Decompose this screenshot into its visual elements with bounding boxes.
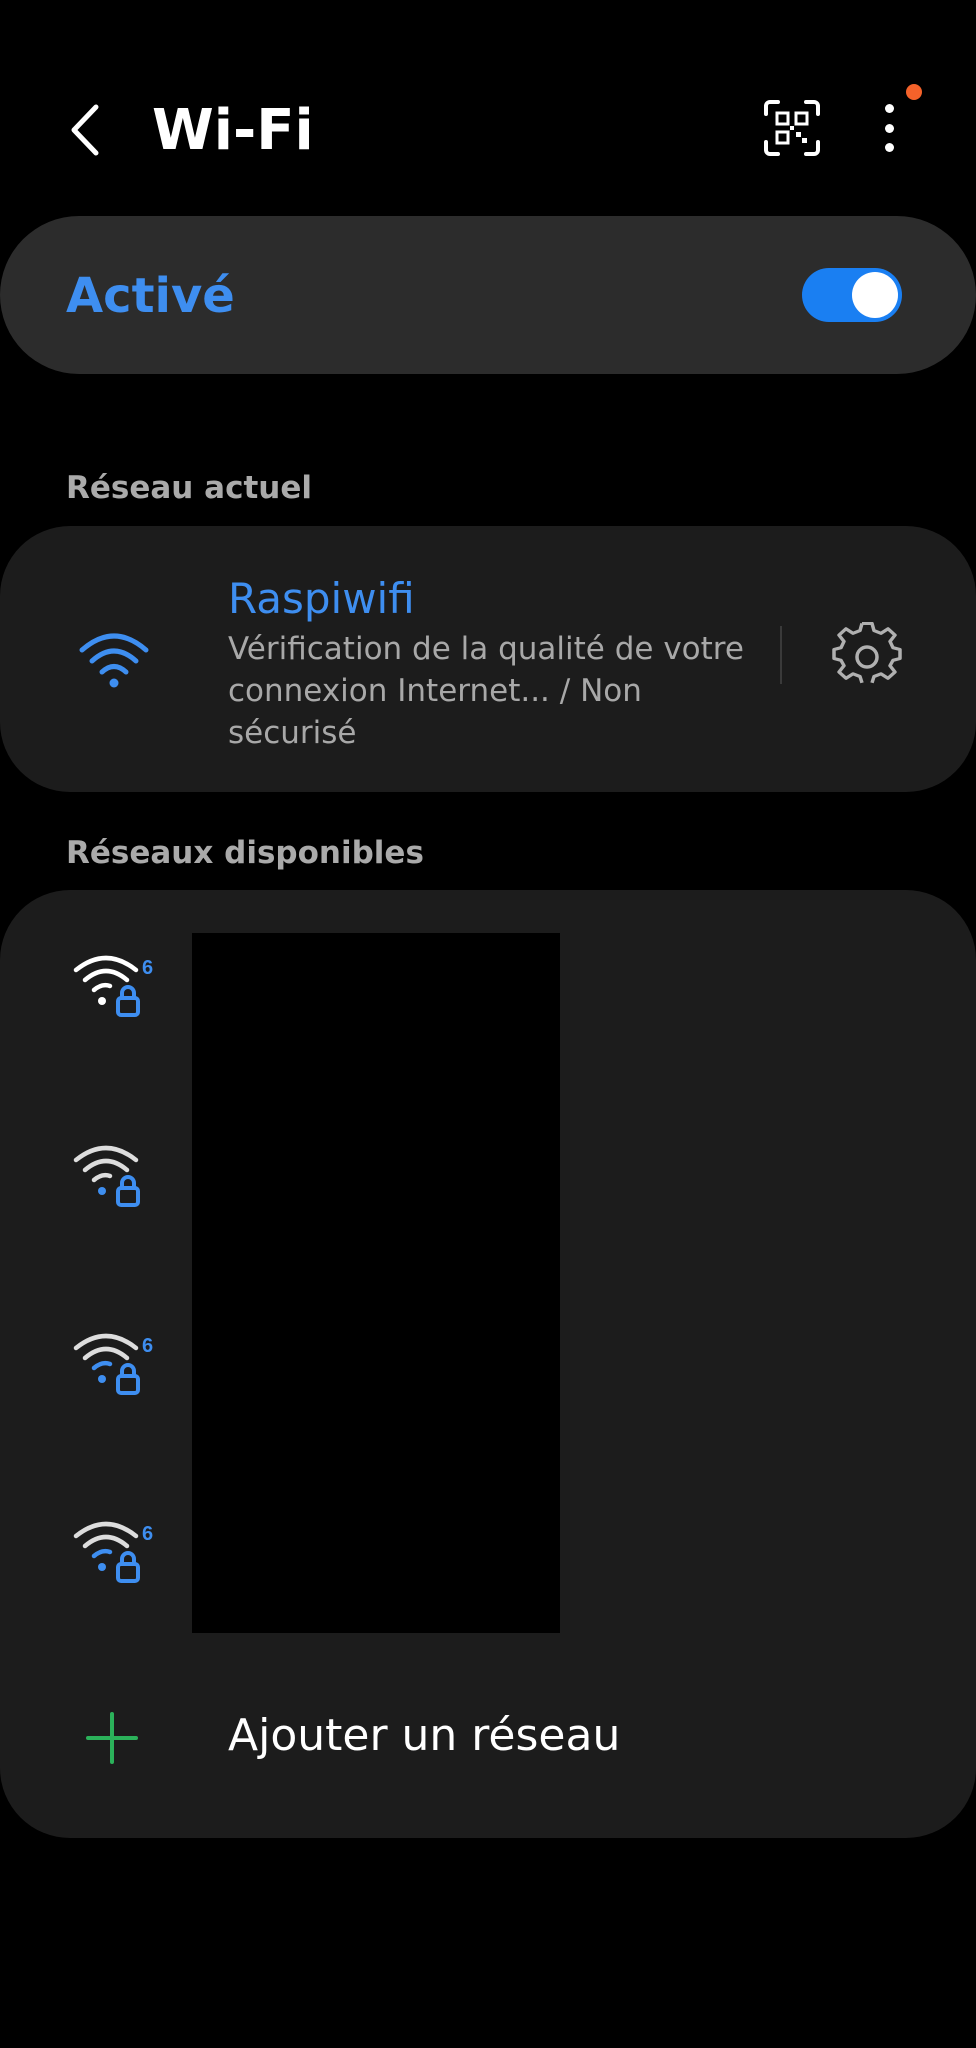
wifi-settings-screen: Wi-Fi Activé Réseau actuel Raspiwifi Vér… <box>0 0 976 2048</box>
wifi-switch[interactable] <box>802 268 902 322</box>
wifi-signal-icon <box>78 628 150 690</box>
svg-text:6: 6 <box>142 1523 153 1545</box>
add-network-row[interactable]: Ajouter un réseau <box>0 1680 976 1790</box>
gear-icon <box>832 621 902 684</box>
network-settings-button[interactable] <box>832 621 902 692</box>
more-dot <box>884 143 894 152</box>
svg-text:6: 6 <box>142 957 153 979</box>
back-button[interactable] <box>60 100 110 160</box>
notification-badge <box>906 84 922 100</box>
more-options-icon <box>884 104 894 113</box>
current-network-header: Réseau actuel <box>66 470 312 506</box>
wifi-6-locked-icon[interactable]: 6 <box>72 1328 156 1400</box>
qr-code-icon <box>764 100 820 156</box>
back-arrow-icon <box>71 104 99 156</box>
plus-icon <box>86 1712 138 1764</box>
svg-text:6: 6 <box>142 1335 153 1357</box>
wifi-6-locked-icon[interactable]: 6 <box>72 950 156 1022</box>
wifi-toggle-row[interactable]: Activé <box>0 216 976 374</box>
wifi-6-locked-icon[interactable]: 6 <box>72 1516 156 1588</box>
available-networks-header: Réseaux disponibles <box>66 835 424 871</box>
current-network-status: Vérification de la qualité de votre conn… <box>228 631 744 751</box>
more-options-button[interactable] <box>866 98 912 158</box>
available-networks-card: 6 6 6 Ajouter un réseau <box>0 890 976 1838</box>
divider <box>780 626 782 684</box>
current-network-name: Raspiwifi <box>228 574 415 623</box>
switch-knob <box>852 272 898 318</box>
add-network-label: Ajouter un réseau <box>228 1710 621 1761</box>
wifi-state-label: Activé <box>66 268 235 324</box>
redacted-network-names <box>192 933 560 1633</box>
qr-code-button[interactable] <box>762 98 822 158</box>
wifi-locked-icon[interactable] <box>72 1140 156 1212</box>
page-title: Wi-Fi <box>152 98 314 163</box>
current-network-card[interactable]: Raspiwifi Vérification de la qualité de … <box>0 526 976 792</box>
more-dot <box>884 123 894 133</box>
